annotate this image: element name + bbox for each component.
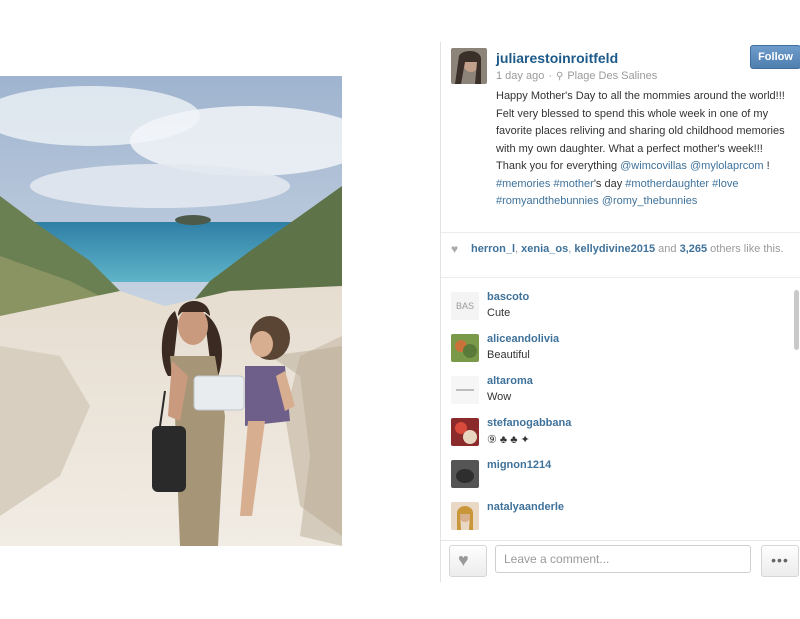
mention-link[interactable]: @romy_thebunnies	[602, 195, 698, 207]
likes-count[interactable]: 3,265	[680, 243, 708, 255]
heart-icon: ♥	[451, 242, 459, 256]
comment-item: altaroma Wow	[441, 368, 791, 410]
comment-username[interactable]: altaroma	[487, 375, 533, 387]
post-time[interactable]: 1 day ago	[496, 70, 544, 82]
beach-photo-image	[0, 76, 342, 546]
comment-avatar[interactable]	[451, 334, 479, 362]
mention-link[interactable]: @wimcovillas	[620, 160, 687, 172]
post-caption: Happy Mother's Day to all the mommies ar…	[496, 88, 786, 211]
comments-scrollbar[interactable]	[794, 290, 799, 350]
svg-text:BAS: BAS	[456, 301, 474, 311]
hashtag-link[interactable]: #love	[712, 178, 738, 190]
comment-item: natalyaanderle	[441, 494, 791, 536]
liker-link[interactable]: xenia_os	[521, 243, 568, 255]
comment-avatar[interactable]	[451, 376, 479, 404]
author-avatar[interactable]	[451, 48, 487, 84]
comment-avatar[interactable]	[451, 418, 479, 446]
mention-link[interactable]: @mylolaprcom	[690, 160, 764, 172]
likes-text: herron_l, xenia_os, kellydivine2015 and …	[471, 243, 784, 255]
natalyaanderle-avatar-image	[451, 502, 479, 530]
aliceandolivia-avatar-image	[451, 334, 479, 362]
post-location[interactable]: Plage Des Salines	[567, 70, 657, 82]
liker-link[interactable]: herron_l	[471, 243, 515, 255]
comment-input[interactable]	[495, 545, 751, 573]
altaroma-avatar-image	[451, 376, 479, 404]
hashtag-link[interactable]: #mother	[553, 178, 593, 190]
like-button[interactable]: ♥	[449, 545, 487, 577]
comments-list[interactable]: BAS bascoto Cute aliceandolivia Beautifu…	[441, 278, 800, 540]
comment-text: ⑨ ♣ ♣ ✦	[487, 434, 530, 446]
likes-summary: ♥ herron_l, xenia_os, kellydivine2015 an…	[441, 232, 800, 278]
comment-composer: ♥ •••	[441, 540, 800, 583]
comment-item: BAS bascoto Cute	[441, 284, 791, 326]
comment-avatar[interactable]	[451, 460, 479, 488]
comment-avatar[interactable]	[451, 502, 479, 530]
location-pin-icon: ⚲	[556, 70, 564, 82]
author-username[interactable]: juliarestoinroitfeld	[496, 50, 618, 66]
author-avatar-image	[451, 48, 487, 84]
comment-username[interactable]: stefanogabbana	[487, 417, 571, 429]
more-options-button[interactable]: •••	[761, 545, 799, 577]
bascoto-avatar-image: BAS	[451, 292, 479, 320]
hashtag-link[interactable]: #memories	[496, 178, 550, 190]
comment-username[interactable]: mignon1214	[487, 459, 551, 471]
comment-text: Cute	[487, 307, 511, 319]
comment-item: aliceandolivia Beautiful	[441, 326, 791, 368]
caption-punct: !	[766, 160, 770, 172]
hashtag-link[interactable]: #romyandthebunnies	[496, 195, 599, 207]
caption-text: 's day	[593, 177, 623, 190]
mignon1214-avatar-image	[451, 460, 479, 488]
hashtag-link[interactable]: #motherdaughter	[625, 178, 709, 190]
comment-item: stefanogabbana ⑨ ♣ ♣ ✦	[441, 410, 791, 452]
heart-icon: ♥	[458, 550, 469, 570]
post-meta: 1 day ago · ⚲ Plage Des Salines	[496, 70, 658, 82]
post-photo[interactable]	[0, 76, 342, 546]
post-header: juliarestoinroitfeld 1 day ago · ⚲ Plage…	[441, 42, 800, 230]
comment-username[interactable]: aliceandolivia	[487, 333, 559, 345]
comment-text: Wow	[487, 391, 512, 403]
post-panel: juliarestoinroitfeld 1 day ago · ⚲ Plage…	[440, 42, 800, 583]
comment-text: Beautiful	[487, 349, 530, 361]
comment-item: mignon1214	[441, 452, 791, 494]
liker-link[interactable]: kellydivine2015	[574, 243, 655, 255]
stefanogabbana-avatar-image	[451, 418, 479, 446]
comment-avatar[interactable]: BAS	[451, 292, 479, 320]
comment-username[interactable]: bascoto	[487, 291, 529, 303]
follow-button[interactable]: Follow	[750, 45, 800, 69]
comment-username[interactable]: natalyaanderle	[487, 501, 564, 513]
